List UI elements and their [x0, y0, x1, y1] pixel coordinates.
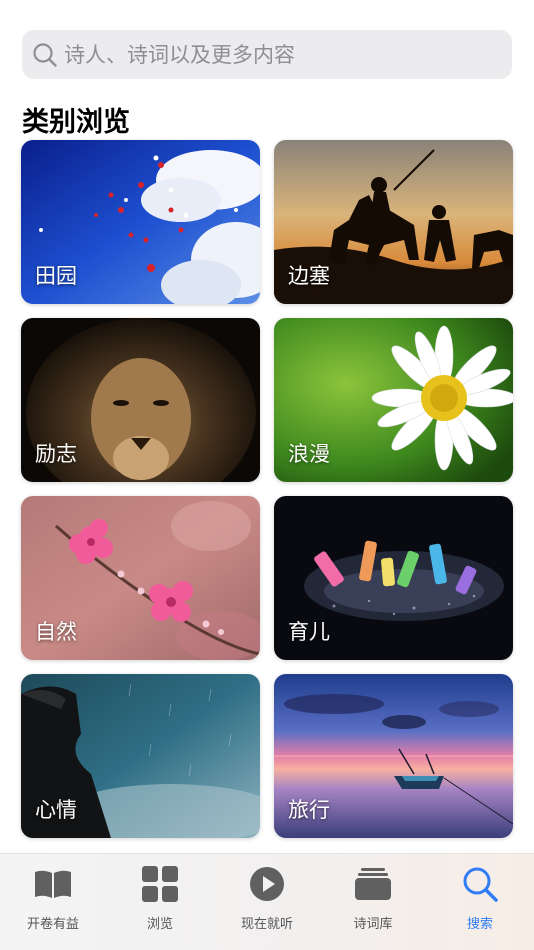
category-label: 边塞 — [288, 264, 330, 288]
category-card-parenting[interactable]: 育儿 — [274, 496, 513, 660]
category-card-inspirational[interactable]: 励志 — [21, 318, 260, 482]
category-card-nature[interactable]: 自然 — [21, 496, 260, 660]
category-label: 育儿 — [288, 620, 330, 644]
tab-bar: 开卷有益 浏览 现在就听 诗词库 搜索 — [0, 853, 534, 950]
search-icon — [463, 867, 498, 902]
tab-label: 现在就听 — [240, 917, 293, 932]
category-card-frontier[interactable]: 边塞 — [274, 140, 513, 304]
tab-label: 搜索 — [466, 917, 493, 932]
tab-label: 开卷有益 — [26, 917, 79, 932]
category-card-romance[interactable]: 浪漫 — [274, 318, 513, 482]
open-book-icon — [35, 870, 71, 898]
category-card-pastoral[interactable]: 田园 — [21, 140, 260, 304]
tab-search[interactable]: 搜索 — [435, 864, 525, 934]
search-icon — [33, 42, 57, 67]
category-card-mood[interactable]: 心情 — [21, 674, 260, 838]
tab-library[interactable]: 诗词库 — [328, 864, 418, 934]
play-circle-icon — [250, 867, 284, 901]
tab-label: 诗词库 — [353, 917, 393, 932]
stack-icon — [355, 868, 391, 900]
category-label: 心情 — [35, 798, 77, 822]
category-label: 田园 — [35, 264, 77, 288]
search-input[interactable] — [64, 34, 484, 75]
category-card-travel[interactable]: 旅行 — [274, 674, 513, 838]
category-label: 励志 — [35, 442, 77, 466]
tab-label: 浏览 — [146, 917, 173, 932]
tab-listen-now[interactable]: 现在就听 — [222, 864, 312, 934]
category-label: 自然 — [35, 620, 77, 644]
tab-browse[interactable]: 浏览 — [115, 864, 205, 934]
tab-reading[interactable]: 开卷有益 — [8, 864, 98, 934]
category-label: 旅行 — [288, 798, 330, 822]
search-bar[interactable] — [22, 30, 512, 79]
category-label: 浪漫 — [288, 442, 330, 466]
section-title: 类别浏览 — [22, 107, 130, 138]
grid-icon — [142, 866, 178, 902]
